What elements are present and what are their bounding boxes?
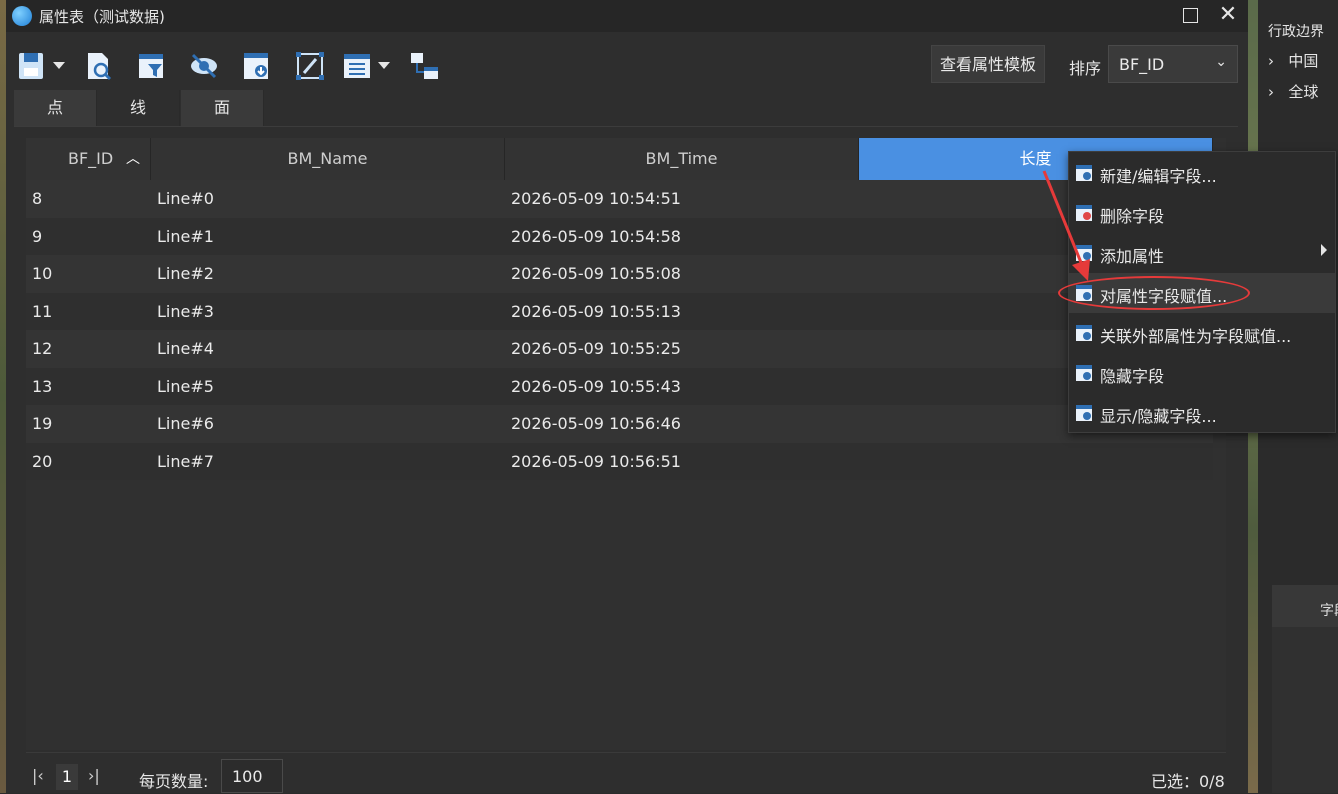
table-cell-name: Line#2 [157, 264, 214, 283]
context-menu-label: 添加属性 [1100, 247, 1165, 266]
table-cell-id: 11 [32, 301, 53, 321]
chevron-right-icon[interactable]: › [1268, 83, 1274, 101]
table-cell-id: 10 [32, 264, 53, 283]
tree-item-label: 中国 [1288, 52, 1319, 70]
column-header-label: BF_ID [68, 149, 114, 168]
table-row[interactable]: 12 Line#4 2026-05-09 10:55:25 [26, 330, 1213, 368]
link-assign-icon [1075, 324, 1093, 342]
table-cell-time: 2026-05-09 10:54:58 [511, 226, 681, 246]
per-page-input[interactable]: 100 [221, 759, 283, 793]
context-menu-label: 新建/编辑字段... [1100, 167, 1217, 186]
context-menu-label: 显示/隐藏字段... [1100, 407, 1217, 426]
table-cell-name: Line#1 [157, 226, 214, 246]
context-menu-label: 关联外部属性为字段赋值... [1100, 327, 1292, 346]
context-menu-label: 删除字段 [1100, 207, 1165, 226]
tree-item-china[interactable]: › 中国 [1268, 50, 1318, 71]
tab-polygon[interactable]: 面 [181, 90, 264, 126]
show-hide-field-icon [1075, 404, 1093, 422]
chevron-right-icon[interactable]: › [1268, 52, 1274, 70]
sort-select[interactable]: BF_ID ⌄ [1108, 45, 1238, 83]
context-menu-item[interactable]: 显示/隐藏字段... [1069, 393, 1335, 433]
table-cell-name: Line#4 [157, 339, 214, 358]
column-header-bm-name[interactable]: BM_Name [151, 138, 505, 180]
hide-field-icon [1075, 364, 1093, 382]
table-cell-time: 2026-05-09 10:55:25 [511, 339, 681, 358]
save-dropdown-icon[interactable] [53, 62, 65, 69]
table-cell-id: 12 [32, 339, 53, 358]
maximize-icon[interactable] [1181, 6, 1199, 24]
tab-point[interactable]: 点 [14, 90, 97, 126]
table-cell-name: Line#0 [157, 189, 214, 208]
table-cell-name: Line#3 [157, 301, 214, 321]
table-cell-name: Line#7 [157, 451, 214, 471]
submenu-arrow-icon [1321, 244, 1327, 256]
column-header-bm-time[interactable]: BM_Time [505, 138, 859, 180]
view-template-button[interactable]: 查看属性模板 [931, 45, 1045, 83]
table-cell-time: 2026-05-09 10:56:51 [511, 451, 681, 471]
list-menu-icon[interactable] [341, 50, 373, 82]
table-cell-name: Line#6 [157, 414, 214, 433]
filter-icon[interactable] [136, 50, 168, 82]
context-menu-item[interactable]: 隐藏字段 [1069, 353, 1335, 393]
table-cell-time: 2026-05-09 10:55:43 [511, 376, 681, 396]
sort-value: BF_ID [1119, 55, 1165, 74]
footer-divider [26, 752, 1226, 753]
edit-frame-icon[interactable] [294, 50, 326, 82]
per-page-label: 每页数量: [139, 772, 209, 791]
sort-label: 排序 [1069, 59, 1102, 78]
app-logo-icon [12, 6, 32, 26]
panel-title: 行政边界 [1268, 24, 1324, 40]
current-page[interactable]: 1 [56, 764, 78, 790]
tab-divider [14, 126, 1238, 127]
selected-count: 已选：0/8 [1151, 772, 1225, 791]
context-menu-label: 隐藏字段 [1100, 367, 1165, 386]
context-menu-item[interactable]: 删除字段 [1069, 193, 1335, 233]
last-page-icon[interactable]: ›| [88, 766, 100, 785]
export-icon[interactable] [241, 50, 273, 82]
table-cell-id: 9 [32, 226, 43, 246]
chevron-down-icon: ⌄ [1215, 54, 1227, 70]
link-boxes-icon[interactable] [408, 50, 440, 82]
context-menu-item[interactable]: 新建/编辑字段... [1069, 153, 1335, 193]
table-cell-id: 13 [32, 376, 53, 396]
table-row[interactable]: 20 Line#7 2026-05-09 10:56:51 [26, 442, 1213, 480]
tree-item-label: 全球 [1288, 83, 1319, 101]
context-menu-item[interactable]: 关联外部属性为字段赋值... [1069, 313, 1335, 353]
table-cell-id: 19 [32, 414, 53, 433]
table-row[interactable]: 19 Line#6 2026-05-09 10:56:46 [26, 405, 1213, 443]
tree-item-global[interactable]: › 全球 [1268, 81, 1318, 102]
table-cell-time: 2026-05-09 10:55:08 [511, 264, 681, 283]
table-cell-time: 2026-05-09 10:56:46 [511, 414, 681, 433]
table-cell-time: 2026-05-09 10:55:13 [511, 301, 681, 321]
field-panel-label: 字段 [1320, 603, 1338, 619]
table-cell-time: 2026-05-09 10:54:51 [511, 189, 681, 208]
column-header-bf-id[interactable]: BF_ID ︿ [26, 138, 151, 180]
close-icon[interactable]: ✕ [1216, 3, 1240, 27]
list-dropdown-icon[interactable] [378, 62, 390, 69]
find-icon[interactable] [83, 50, 115, 82]
attribute-table-dialog: 属性表（测试数据) ✕ 查看属性模板 排序 BF_ID ⌄ 点 线 面 BF_I [6, 0, 1248, 793]
table-row[interactable]: 13 Line#5 2026-05-09 10:55:43 [26, 367, 1213, 405]
annotation-arrow [1042, 170, 1090, 281]
first-page-icon[interactable]: |‹ [32, 766, 44, 785]
table-cell-name: Line#5 [157, 376, 214, 396]
window-title: 属性表（测试数据) [39, 8, 165, 26]
table-cell-id: 20 [32, 451, 53, 471]
save-icon[interactable] [16, 50, 48, 82]
table-cell-id: 8 [32, 189, 43, 208]
table-row[interactable]: 11 Line#3 2026-05-09 10:55:13 [26, 292, 1213, 330]
sort-ascending-icon: ︿ [126, 151, 140, 167]
hide-eye-icon[interactable] [188, 50, 220, 82]
title-bar: 属性表（测试数据) ✕ [6, 0, 1248, 32]
tab-line[interactable]: 线 [97, 90, 180, 126]
context-menu-item[interactable]: 添加属性 [1069, 233, 1335, 273]
